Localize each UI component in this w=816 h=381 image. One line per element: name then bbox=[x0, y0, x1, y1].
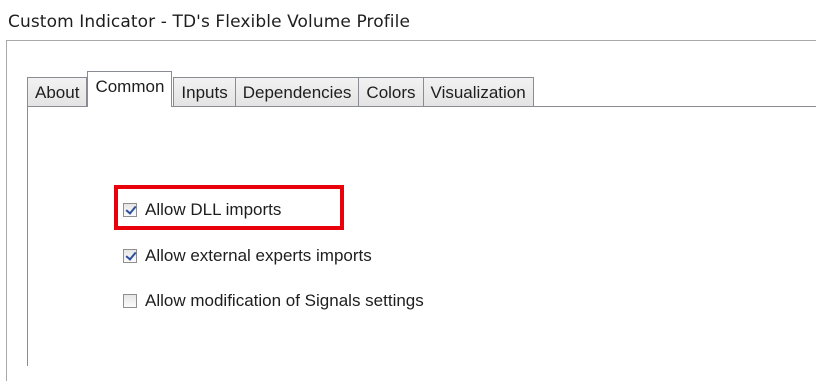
tab-visualization[interactable]: Visualization bbox=[422, 77, 534, 107]
allow-signals-modification-label: Allow modification of Signals settings bbox=[145, 291, 424, 310]
tab-dependencies[interactable]: Dependencies bbox=[234, 77, 360, 107]
window-title: Custom Indicator - TD's Flexible Volume … bbox=[8, 12, 411, 32]
tab-about[interactable]: About bbox=[27, 77, 88, 107]
tab-inputs[interactable]: Inputs bbox=[173, 77, 236, 107]
allow-external-experts-checkbox[interactable] bbox=[123, 249, 137, 263]
allow-external-experts-label: Allow external experts imports bbox=[145, 246, 372, 265]
tab-panel-border-left bbox=[27, 106, 28, 366]
tab-common[interactable]: Common bbox=[87, 71, 173, 107]
tab-bar: About Common Inputs Dependencies Colors … bbox=[27, 71, 534, 107]
highlight-box bbox=[114, 185, 344, 230]
allow-external-experts-option[interactable]: Allow external experts imports bbox=[123, 246, 372, 266]
allow-signals-modification-option[interactable]: Allow modification of Signals settings bbox=[123, 291, 424, 311]
allow-signals-modification-checkbox[interactable] bbox=[123, 294, 137, 308]
tab-colors[interactable]: Colors bbox=[358, 77, 424, 107]
